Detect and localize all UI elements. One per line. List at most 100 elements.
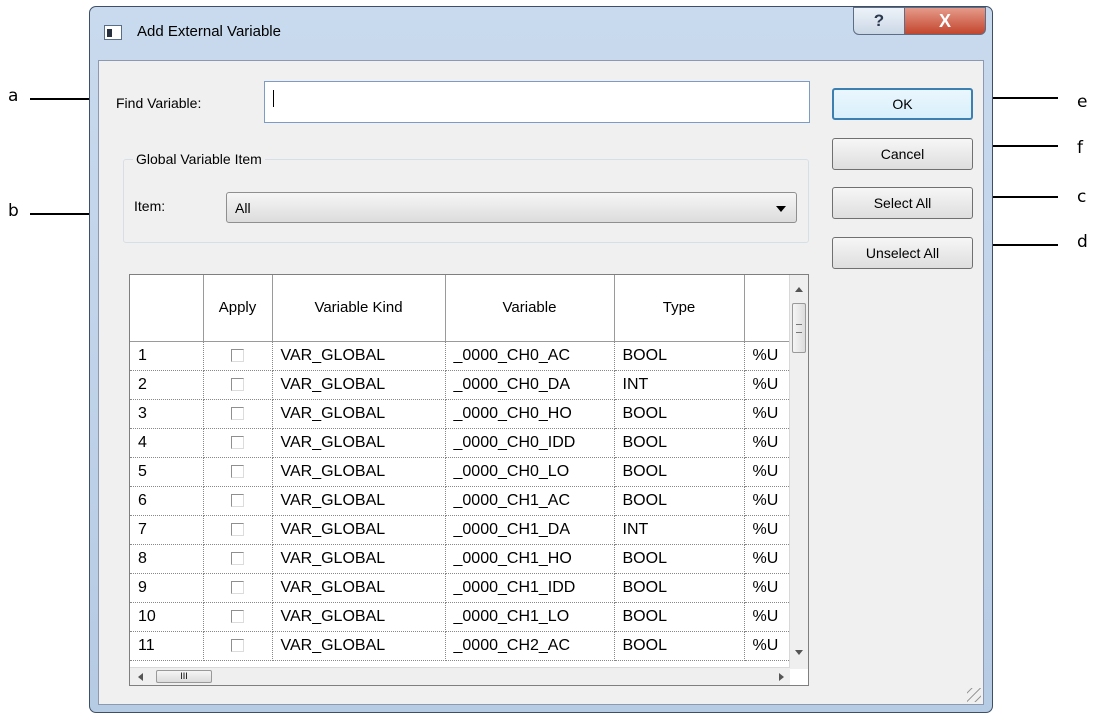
variable-cell: _0000_CH1_LO bbox=[445, 602, 615, 632]
title-bar[interactable]: Add External Variable ? X bbox=[90, 7, 992, 59]
apply-checkbox[interactable] bbox=[231, 406, 244, 420]
item-select-value: All bbox=[235, 200, 251, 216]
scroll-left-icon[interactable] bbox=[138, 673, 143, 681]
apply-checkbox[interactable] bbox=[231, 638, 244, 652]
scroll-down-icon[interactable] bbox=[795, 650, 803, 655]
table-row[interactable]: 5 VAR_GLOBAL _0000_CH0_LO BOOL %U bbox=[130, 457, 805, 487]
grip-icon bbox=[796, 324, 802, 333]
type-cell: INT bbox=[614, 370, 745, 400]
variable-cell: _0000_CH1_DA bbox=[445, 515, 615, 545]
help-icon: ? bbox=[873, 11, 885, 30]
variable-cell: _0000_CH0_IDD bbox=[445, 428, 615, 458]
variable-cell: _0000_CH1_IDD bbox=[445, 573, 615, 603]
table-row[interactable]: 3 VAR_GLOBAL _0000_CH0_HO BOOL %U bbox=[130, 399, 805, 429]
scroll-up-icon[interactable] bbox=[795, 287, 803, 292]
table-row[interactable]: 7 VAR_GLOBAL _0000_CH1_DA INT %U bbox=[130, 515, 805, 545]
variable-grid[interactable]: Apply Variable Kind Variable Type 1 VAR_G… bbox=[129, 274, 809, 686]
variable-cell: _0000_CH2_AC bbox=[445, 631, 615, 661]
apply-checkbox-cell bbox=[203, 399, 273, 429]
header-row-number bbox=[130, 275, 204, 342]
apply-checkbox[interactable] bbox=[231, 435, 244, 449]
variable-kind-cell: VAR_GLOBAL bbox=[272, 573, 446, 603]
row-number-cell: 6 bbox=[130, 486, 204, 516]
chevron-down-icon bbox=[776, 206, 786, 212]
row-number-cell: 3 bbox=[130, 399, 204, 429]
callout-e: e bbox=[1077, 92, 1088, 112]
table-row[interactable]: 9 VAR_GLOBAL _0000_CH1_IDD BOOL %U bbox=[130, 573, 805, 603]
item-label: Item: bbox=[134, 198, 166, 214]
variable-kind-cell: VAR_GLOBAL bbox=[272, 370, 446, 400]
apply-checkbox[interactable] bbox=[231, 464, 244, 478]
variable-kind-cell: VAR_GLOBAL bbox=[272, 486, 446, 516]
table-row[interactable]: 1 VAR_GLOBAL _0000_CH0_AC BOOL %U bbox=[130, 341, 805, 371]
type-cell: BOOL bbox=[614, 602, 745, 632]
type-cell: BOOL bbox=[614, 544, 745, 574]
callout-c-arrow bbox=[990, 196, 1058, 198]
table-row[interactable]: 10 VAR_GLOBAL _0000_CH1_LO BOOL %U bbox=[130, 602, 805, 632]
apply-checkbox[interactable] bbox=[231, 493, 244, 507]
apply-checkbox[interactable] bbox=[231, 348, 244, 362]
variable-kind-cell: VAR_GLOBAL bbox=[272, 544, 446, 574]
header-variable-kind[interactable]: Variable Kind bbox=[272, 275, 446, 342]
header-type[interactable]: Type bbox=[614, 275, 745, 342]
cancel-button[interactable]: Cancel bbox=[832, 138, 973, 170]
dialog-client-area: Find Variable: Global Variable Item Item… bbox=[98, 60, 984, 705]
variable-cell: _0000_CH1_AC bbox=[445, 486, 615, 516]
vertical-scrollbar[interactable] bbox=[789, 275, 808, 669]
variable-table: Apply Variable Kind Variable Type 1 VAR_G… bbox=[130, 275, 805, 661]
type-cell: BOOL bbox=[614, 428, 745, 458]
type-cell: BOOL bbox=[614, 631, 745, 661]
apply-checkbox[interactable] bbox=[231, 522, 244, 536]
find-variable-input[interactable] bbox=[264, 81, 810, 123]
apply-checkbox-cell bbox=[203, 631, 273, 661]
row-number-cell: 1 bbox=[130, 341, 204, 371]
table-row[interactable]: 8 VAR_GLOBAL _0000_CH1_HO BOOL %U bbox=[130, 544, 805, 574]
table-row[interactable]: 6 VAR_GLOBAL _0000_CH1_AC BOOL %U bbox=[130, 486, 805, 516]
type-cell: BOOL bbox=[614, 457, 745, 487]
ok-button[interactable]: OK bbox=[832, 88, 973, 120]
variable-kind-cell: VAR_GLOBAL bbox=[272, 631, 446, 661]
table-row[interactable]: 4 VAR_GLOBAL _0000_CH0_IDD BOOL %U bbox=[130, 428, 805, 458]
variable-kind-cell: VAR_GLOBAL bbox=[272, 515, 446, 545]
table-row[interactable]: 11 VAR_GLOBAL _0000_CH2_AC BOOL %U bbox=[130, 631, 805, 661]
vertical-scroll-thumb[interactable] bbox=[792, 303, 806, 353]
callout-f: f bbox=[1077, 138, 1083, 158]
close-button[interactable]: X bbox=[904, 7, 986, 35]
variable-cell: _0000_CH0_LO bbox=[445, 457, 615, 487]
variable-kind-cell: VAR_GLOBAL bbox=[272, 428, 446, 458]
row-number-cell: 5 bbox=[130, 457, 204, 487]
window-title: Add External Variable bbox=[137, 23, 281, 40]
type-cell: BOOL bbox=[614, 399, 745, 429]
row-number-cell: 10 bbox=[130, 602, 204, 632]
select-all-button[interactable]: Select All bbox=[832, 187, 973, 219]
apply-checkbox[interactable] bbox=[231, 551, 244, 565]
horizontal-scrollbar[interactable]: III bbox=[130, 667, 790, 685]
unselect-all-button[interactable]: Unselect All bbox=[832, 237, 973, 269]
item-select[interactable]: All bbox=[226, 192, 797, 223]
callout-a: a bbox=[8, 86, 19, 106]
callout-d-arrow bbox=[990, 244, 1058, 246]
apply-checkbox[interactable] bbox=[231, 609, 244, 623]
callout-b: b bbox=[8, 201, 19, 221]
apply-checkbox-cell bbox=[203, 370, 273, 400]
header-apply[interactable]: Apply bbox=[203, 275, 273, 342]
apply-checkbox[interactable] bbox=[231, 377, 244, 391]
apply-checkbox[interactable] bbox=[231, 580, 244, 594]
row-number-cell: 9 bbox=[130, 573, 204, 603]
help-button[interactable]: ? bbox=[853, 7, 905, 35]
variable-kind-cell: VAR_GLOBAL bbox=[272, 399, 446, 429]
type-cell: BOOL bbox=[614, 486, 745, 516]
apply-checkbox-cell bbox=[203, 486, 273, 516]
row-number-cell: 11 bbox=[130, 631, 204, 661]
scroll-right-icon[interactable] bbox=[779, 673, 784, 681]
resize-grip-icon[interactable] bbox=[967, 688, 981, 702]
callout-e-arrow bbox=[990, 97, 1058, 99]
horizontal-scroll-thumb[interactable]: III bbox=[156, 670, 212, 683]
table-row[interactable]: 2 VAR_GLOBAL _0000_CH0_DA INT %U bbox=[130, 370, 805, 400]
header-variable[interactable]: Variable bbox=[445, 275, 615, 342]
variable-kind-cell: VAR_GLOBAL bbox=[272, 341, 446, 371]
close-icon: X bbox=[938, 10, 951, 31]
row-number-cell: 8 bbox=[130, 544, 204, 574]
row-number-cell: 4 bbox=[130, 428, 204, 458]
row-number-cell: 7 bbox=[130, 515, 204, 545]
